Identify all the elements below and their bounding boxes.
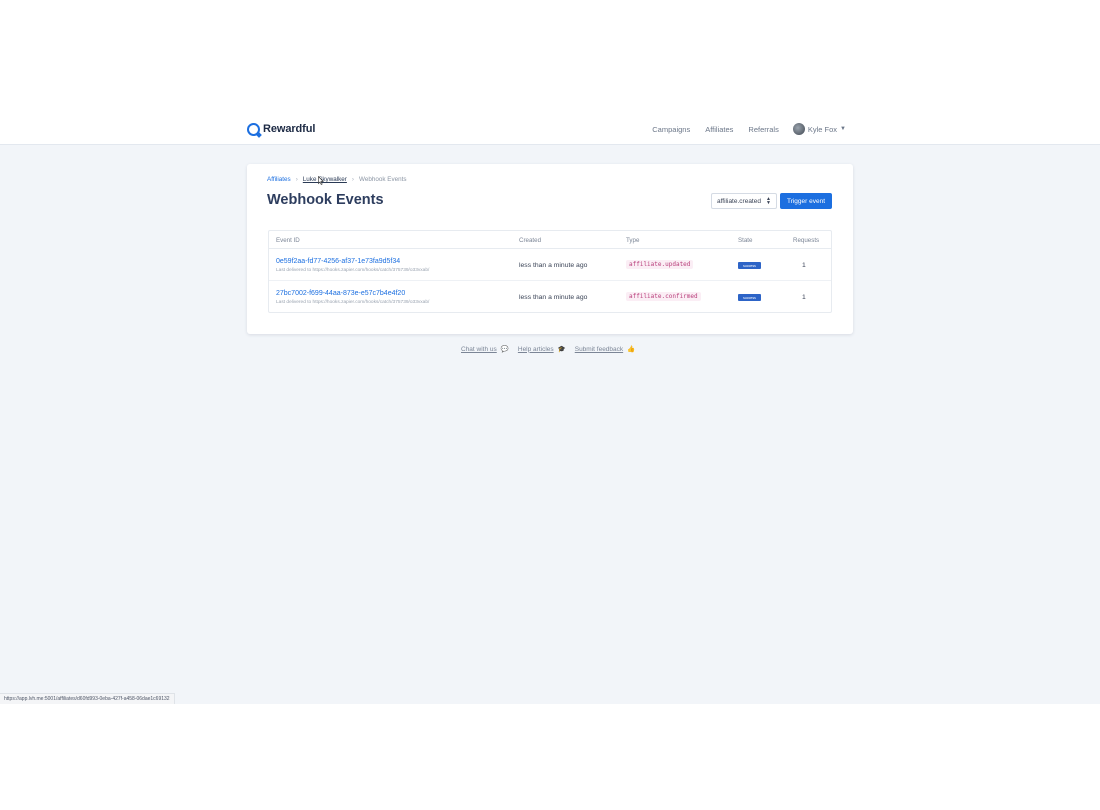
created-cell: less than a minute ago [519,294,588,301]
avatar [792,123,805,135]
table-row: 0e59f2aa-fd77-4256-af37-1e73fa9d5f34 Las… [269,249,831,281]
help-articles-link[interactable]: Help articles [518,346,554,353]
breadcrumb-current: Webhook Events [359,176,407,183]
table-row: 27bc7002-f699-44aa-873e-e57c7b4e4f20 Las… [269,281,831,313]
webhook-events-card: Affiliates › Luke Skywalker › Webhook Ev… [247,164,853,334]
graduation-cap-icon: 🎓 [557,346,566,353]
user-name: Kyle Fox [807,124,838,134]
brand-name: Rewardful [263,123,316,135]
breadcrumb-separator: › [295,176,298,183]
last-delivered-text: Last delivered to https://hooks.zapier.c… [276,300,430,305]
webhook-events-table: Event ID Created Type State Requests 0e5… [268,230,832,313]
nav-link-affiliates[interactable]: Affiliates [705,125,733,134]
brand-link[interactable]: Rewardful [247,122,315,136]
chat-with-us-link[interactable]: Chat with us [461,346,497,353]
browser-viewport: Rewardful Campaigns Affiliates Referrals… [0,113,1100,704]
footer-links: Chat with us 💬 Help articles 🎓 Submit fe… [461,345,644,354]
type-cell: affiliate.updated [626,260,694,269]
event-id-link[interactable]: 27bc7002-f699-44aa-873e-e57c7b4e4f20 [276,290,405,297]
header-type: Type [626,237,640,244]
thumbs-up-icon: 👍 [627,346,636,353]
status-badge: success [738,262,761,269]
event-type-select-value: affiliate.created [717,197,761,205]
last-delivered-text: Last delivered to https://hooks.zapier.c… [276,268,430,273]
nav-links: Campaigns Affiliates Referrals Kyle Fox … [637,113,846,145]
breadcrumb: Affiliates › Luke Skywalker › Webhook Ev… [267,176,407,183]
status-badge: success [738,294,761,301]
header-state: State [738,237,753,244]
nav-link-campaigns[interactable]: Campaigns [652,125,690,134]
submit-feedback-link[interactable]: Submit feedback [575,346,623,353]
event-id-link[interactable]: 0e59f2aa-fd77-4256-af37-1e73fa9d5f34 [276,258,400,265]
header-event-id: Event ID [276,237,300,244]
mouse-pointer-icon [318,176,324,185]
created-cell: less than a minute ago [519,262,588,269]
chevron-down-icon: ▼ [840,126,846,132]
top-navbar: Rewardful Campaigns Affiliates Referrals… [0,113,1100,145]
breadcrumb-affiliates-link[interactable]: Affiliates [267,176,291,183]
rewardful-logo-icon [247,122,260,136]
speech-bubble-icon: 💬 [500,346,509,353]
page-title: Webhook Events [267,192,384,208]
header-created: Created [519,237,542,244]
requests-cell: 1 [802,262,806,269]
breadcrumb-separator: › [351,176,355,183]
link-hover-status-bar: https://app.lvh.me:5001/affiliates/d60fd… [0,693,175,704]
type-cell: affiliate.confirmed [626,292,701,301]
table-header: Event ID Created Type State Requests [269,231,831,249]
header-requests: Requests [793,237,820,244]
breadcrumb-affiliate-link[interactable]: Luke Skywalker [303,176,347,183]
requests-cell: 1 [802,294,806,301]
event-type-select[interactable]: affiliate.created ▲ ▼ [711,193,777,209]
select-arrows-icon: ▲ ▼ [766,196,771,206]
trigger-event-button[interactable]: Trigger event [780,193,832,209]
nav-link-referrals[interactable]: Referrals [748,125,778,134]
user-menu[interactable]: Kyle Fox ▼ [792,123,846,135]
